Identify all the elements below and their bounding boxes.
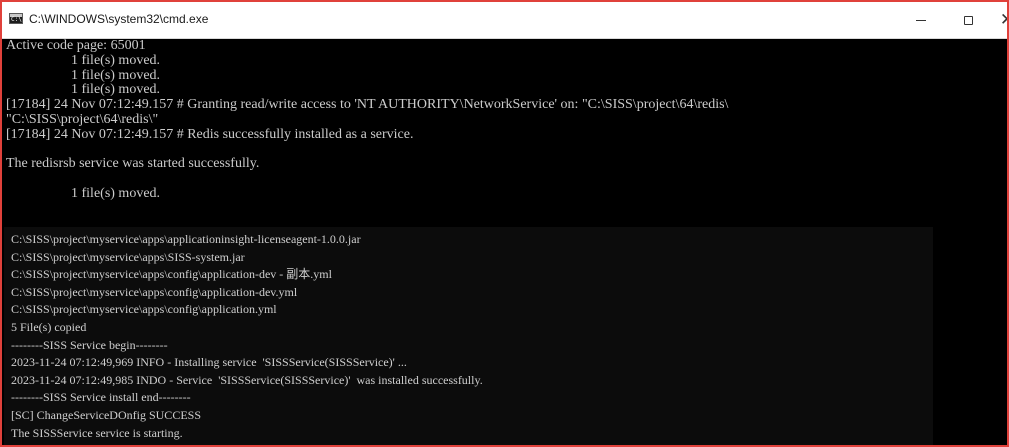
minimize-button[interactable] <box>898 2 944 38</box>
console-line: The redisrsb service was started success… <box>6 156 260 172</box>
overlay-line: --------SISS Service install end-------- <box>11 390 191 405</box>
close-icon: ✕ <box>1000 11 1007 29</box>
overlay-console-output[interactable]: C:\SISS\project\myservice\apps\applicati… <box>4 227 933 445</box>
overlay-line: C:\SISS\project\myservice\apps\SISS-syst… <box>11 249 245 264</box>
overlay-line: 2023-11-24 07:12:49,985 INDO - Service '… <box>11 372 483 387</box>
overlay-line: C:\SISS\project\myservice\apps\config\ap… <box>11 284 298 299</box>
overlay-line: [SC] ChangeServiceDOnfig SUCCESS <box>11 407 201 422</box>
console-line: Active code page: 65001 <box>6 39 146 53</box>
maximize-icon <box>963 15 973 25</box>
overlay-line: The SISSService service is starting. <box>11 425 183 440</box>
maximize-button[interactable] <box>945 2 991 38</box>
console-line: 1 file(s) moved. <box>71 185 161 201</box>
title-bar[interactable]: C:\ C:\WINDOWS\system32\cmd.exe ✕ <box>2 2 1007 39</box>
overlay-line: C:\SISS\project\myservice\apps\config\ap… <box>11 267 332 282</box>
overlay-line: C:\SISS\project\myservice\apps\applicati… <box>11 232 361 246</box>
console-line: [17184] 24 Nov 07:12:49.157 # Redis succ… <box>6 126 414 142</box>
console-line: 1 file(s) moved. <box>71 52 161 68</box>
window-title: C:\WINDOWS\system32\cmd.exe <box>29 12 209 26</box>
minimize-icon <box>916 19 926 21</box>
overlay-line: 5 File(s) copied <box>11 319 87 334</box>
overlay-line: C:\SISS\project\myservice\apps\config\ap… <box>11 302 277 317</box>
console-line: 1 file(s) moved. <box>71 82 161 98</box>
cmd-window: C:\ C:\WINDOWS\system32\cmd.exe ✕ Active… <box>0 0 1009 447</box>
overlay-line: --------SISS Service begin-------- <box>11 337 168 352</box>
cmd-icon: C:\ <box>9 13 23 24</box>
overlay-line: 2023-11-24 07:12:49,969 INFO - Installin… <box>11 355 407 370</box>
console-line: 1 file(s) moved. <box>71 67 161 83</box>
console-line: [17184] 24 Nov 07:12:49.157 # Granting r… <box>6 97 729 113</box>
close-button[interactable]: ✕ <box>992 2 1007 38</box>
console-line: "C:\SISS\project\64\redis\" <box>6 111 159 127</box>
